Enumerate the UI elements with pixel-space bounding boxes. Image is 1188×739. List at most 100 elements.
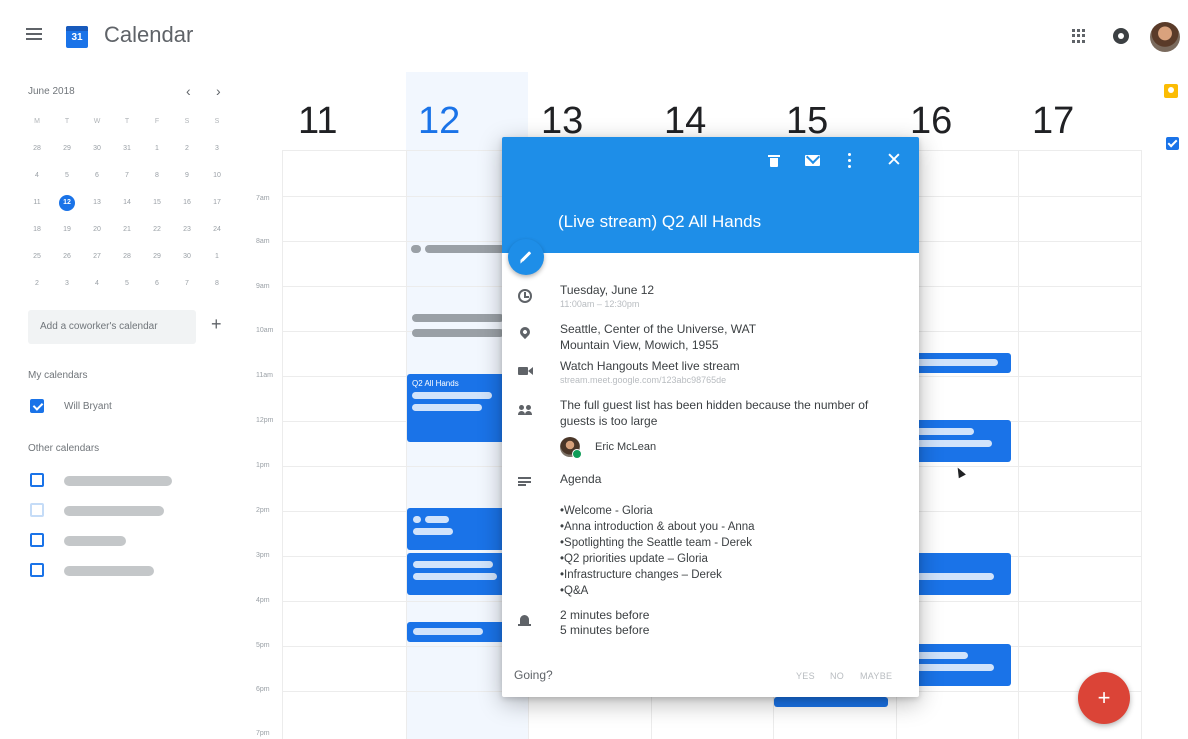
calendar-checkbox-will-bryant[interactable]: [30, 399, 44, 413]
mini-day[interactable]: 2: [22, 270, 52, 297]
calendar-event[interactable]: [910, 353, 1011, 373]
time-label: 2pm: [256, 507, 270, 514]
location-icon: [517, 324, 533, 340]
tasks-icon[interactable]: [1166, 137, 1179, 150]
live-stream-url[interactable]: stream.meet.google.com/123abc98765de: [560, 375, 726, 385]
guests-icon: [518, 405, 534, 415]
account-avatar[interactable]: [1150, 22, 1180, 52]
mini-day[interactable]: 2: [172, 135, 202, 162]
mini-day[interactable]: 22: [142, 216, 172, 243]
mini-day[interactable]: 20: [82, 216, 112, 243]
live-stream-link[interactable]: Watch Hangouts Meet live stream: [560, 358, 740, 374]
apps-grid-icon[interactable]: [1072, 29, 1086, 43]
mini-day[interactable]: 23: [172, 216, 202, 243]
other-calendar-label-placeholder: [64, 506, 164, 516]
mini-day[interactable]: 13: [82, 189, 112, 216]
mini-day[interactable]: 30: [172, 243, 202, 270]
my-calendars-heading[interactable]: My calendars: [28, 370, 87, 381]
event-placeholder[interactable]: [412, 314, 504, 322]
other-calendar-checkbox[interactable]: [30, 563, 44, 577]
day-number[interactable]: 17: [1032, 100, 1074, 143]
mini-day[interactable]: 8: [142, 162, 172, 189]
mini-day[interactable]: 18: [22, 216, 52, 243]
mini-day[interactable]: 25: [22, 243, 52, 270]
calendar-event[interactable]: [910, 553, 1011, 595]
add-calendar-plus-icon[interactable]: +: [211, 314, 222, 335]
mini-day[interactable]: 19: [52, 216, 82, 243]
other-calendars-heading[interactable]: Other calendars: [28, 443, 99, 454]
mini-day[interactable]: 17: [202, 189, 232, 216]
mini-day[interactable]: 8: [202, 270, 232, 297]
mini-day[interactable]: 9: [172, 162, 202, 189]
mini-day[interactable]: 3: [202, 135, 232, 162]
menu-icon[interactable]: [26, 28, 42, 40]
rsvp-no-button[interactable]: NO: [830, 671, 844, 681]
calendar-event[interactable]: [407, 622, 505, 642]
notifications-icon[interactable]: [1113, 28, 1129, 44]
event-placeholder[interactable]: [412, 329, 504, 337]
mini-day[interactable]: 6: [142, 270, 172, 297]
calendar-event[interactable]: [910, 420, 1011, 462]
mini-day[interactable]: 11: [22, 189, 52, 216]
close-icon[interactable]: ✕: [886, 151, 902, 170]
app-title[interactable]: Calendar: [104, 22, 193, 48]
email-icon[interactable]: [805, 155, 820, 166]
event-q2-all-hands[interactable]: Q2 All Hands: [407, 374, 505, 442]
guest-name[interactable]: Eric McLean: [595, 441, 656, 453]
mini-day[interactable]: 4: [22, 162, 52, 189]
calendar-event[interactable]: [910, 644, 1011, 686]
mini-day[interactable]: 15: [142, 189, 172, 216]
mini-day[interactable]: 5: [112, 270, 142, 297]
create-event-button[interactable]: +: [1078, 672, 1130, 724]
calendar-event[interactable]: [774, 697, 888, 707]
more-options-icon[interactable]: [848, 153, 851, 168]
mini-calendar-next-button[interactable]: ›: [216, 83, 221, 99]
mini-calendar-prev-button[interactable]: ‹: [186, 83, 191, 99]
mini-day[interactable]: 31: [112, 135, 142, 162]
edit-icon[interactable]: [508, 239, 544, 275]
mini-day[interactable]: 24: [202, 216, 232, 243]
other-calendar-checkbox[interactable]: [30, 503, 44, 517]
mini-day[interactable]: 28: [22, 135, 52, 162]
calendar-event[interactable]: [407, 508, 505, 550]
calendar-logo-icon[interactable]: 31: [66, 26, 88, 48]
other-calendar-checkbox[interactable]: [30, 473, 44, 487]
event-placeholder[interactable]: [411, 245, 421, 253]
delete-icon[interactable]: [768, 155, 780, 167]
mini-day[interactable]: 4: [82, 270, 112, 297]
calendar-event[interactable]: [407, 553, 505, 595]
keep-icon[interactable]: [1164, 84, 1178, 98]
grid-line: [1141, 150, 1142, 739]
time-label: 11am: [256, 372, 273, 379]
mini-day[interactable]: 6: [82, 162, 112, 189]
mini-day[interactable]: 30: [82, 135, 112, 162]
day-number[interactable]: 11: [298, 100, 337, 143]
mini-day[interactable]: 27: [82, 243, 112, 270]
time-label: 7am: [256, 195, 270, 202]
mini-day[interactable]: 1: [142, 135, 172, 162]
clock-icon: [518, 289, 532, 303]
mini-day[interactable]: 29: [52, 135, 82, 162]
rsvp-maybe-button[interactable]: MAYBE: [860, 671, 892, 681]
event-placeholder[interactable]: [425, 245, 505, 253]
time-label: 3pm: [256, 552, 270, 559]
mini-day[interactable]: 26: [52, 243, 82, 270]
add-coworker-calendar-input[interactable]: Add a coworker's calendar: [28, 310, 196, 344]
mini-day-today[interactable]: 12: [52, 189, 82, 216]
agenda-item: Infrastructure changes – Derek: [560, 567, 755, 583]
day-number-today[interactable]: 12: [418, 100, 460, 143]
mini-day[interactable]: 16: [172, 189, 202, 216]
mini-day[interactable]: 7: [172, 270, 202, 297]
mini-day[interactable]: 28: [112, 243, 142, 270]
mini-day[interactable]: 5: [52, 162, 82, 189]
mini-day[interactable]: 14: [112, 189, 142, 216]
mini-day[interactable]: 1: [202, 243, 232, 270]
mini-day[interactable]: 3: [52, 270, 82, 297]
mini-day[interactable]: 21: [112, 216, 142, 243]
mini-day[interactable]: 7: [112, 162, 142, 189]
event-detail-placeholder: [914, 440, 992, 447]
mini-day[interactable]: 10: [202, 162, 232, 189]
rsvp-yes-button[interactable]: YES: [796, 671, 815, 681]
mini-day[interactable]: 29: [142, 243, 172, 270]
other-calendar-checkbox[interactable]: [30, 533, 44, 547]
